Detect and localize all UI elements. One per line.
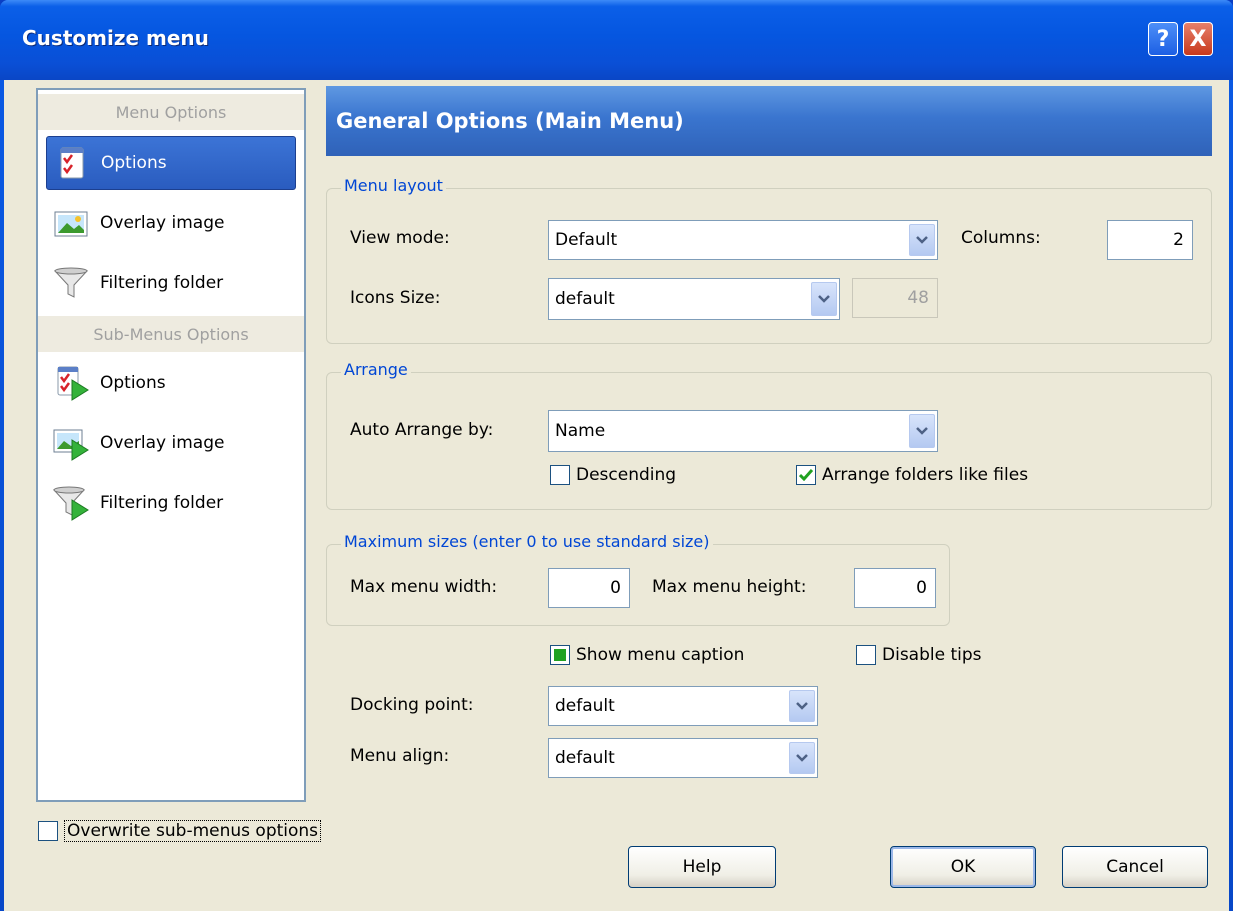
- nav-item-submenu-options[interactable]: Options: [46, 356, 296, 410]
- docking-point-label: Docking point:: [350, 695, 474, 715]
- nav-item-label: Filtering folder: [100, 493, 224, 513]
- auto-arrange-select[interactable]: Name: [548, 410, 938, 452]
- max-width-input[interactable]: 0: [548, 568, 630, 608]
- chevron-down-icon[interactable]: [789, 690, 815, 722]
- maximum-sizes-legend: Maximum sizes (enter 0 to use standard s…: [341, 532, 713, 551]
- overwrite-sub-menus-label: Overwrite sub-menus options: [64, 820, 322, 842]
- columns-label: Columns:: [961, 228, 1041, 248]
- disable-tips-checkbox[interactable]: Disable tips: [856, 645, 982, 665]
- close-title-button[interactable]: X: [1183, 22, 1213, 56]
- funnel-arrow-icon: [52, 484, 90, 522]
- disable-tips-label: Disable tips: [882, 645, 982, 665]
- docking-point-value: default: [555, 696, 615, 716]
- descending-label: Descending: [576, 465, 677, 485]
- window-title: Customize menu: [22, 26, 209, 50]
- menu-align-label: Menu align:: [350, 746, 450, 766]
- menu-layout-legend: Menu layout: [341, 176, 446, 195]
- cancel-button[interactable]: Cancel: [1062, 846, 1208, 888]
- show-menu-caption-label: Show menu caption: [576, 645, 745, 665]
- nav-item-label: Filtering folder: [100, 273, 224, 293]
- checkbox-box[interactable]: [796, 465, 816, 485]
- checklist-arrow-icon: [52, 364, 90, 402]
- sub-menus-options-header: Sub-Menus Options: [38, 316, 304, 352]
- descending-checkbox[interactable]: Descending: [550, 465, 676, 485]
- icons-size-number-input: 48: [852, 278, 938, 318]
- icons-size-label: Icons Size:: [350, 288, 441, 308]
- section-header: General Options (Main Menu): [326, 86, 1212, 156]
- image-icon: [52, 204, 90, 242]
- nav-item-submenu-overlay-image[interactable]: Overlay image: [46, 416, 296, 470]
- nav-item-label: Overlay image: [100, 213, 225, 233]
- nav-item-submenu-filtering-folder[interactable]: Filtering folder: [46, 476, 296, 530]
- menu-options-header: Menu Options: [38, 94, 304, 130]
- nav-item-menu-filtering-folder[interactable]: Filtering folder: [46, 256, 296, 310]
- help-title-button[interactable]: ?: [1148, 22, 1178, 56]
- arrange-legend: Arrange: [341, 360, 411, 379]
- chevron-down-icon[interactable]: [909, 414, 935, 448]
- checkbox-box[interactable]: [550, 645, 570, 665]
- menu-layout-group: Menu layout: [326, 176, 1212, 344]
- chevron-down-icon[interactable]: [909, 224, 935, 256]
- checkbox-box[interactable]: [550, 465, 570, 485]
- nav-item-menu-overlay-image[interactable]: Overlay image: [46, 196, 296, 250]
- overwrite-sub-menus-checkbox[interactable]: Overwrite sub-menus options: [38, 820, 322, 842]
- checkbox-box[interactable]: [38, 821, 58, 841]
- max-width-label: Max menu width:: [350, 577, 498, 597]
- view-mode-value: Default: [555, 230, 618, 250]
- show-menu-caption-checkbox[interactable]: Show menu caption: [550, 645, 744, 665]
- nav-item-label: Options: [100, 373, 166, 393]
- docking-point-select[interactable]: default: [548, 686, 818, 726]
- columns-input[interactable]: 2: [1107, 220, 1193, 260]
- icons-size-value: default: [555, 289, 615, 309]
- max-height-label: Max menu height:: [652, 577, 807, 597]
- menu-align-select[interactable]: default: [548, 738, 818, 778]
- icons-size-select[interactable]: default: [548, 278, 840, 320]
- arrange-folders-like-files-checkbox[interactable]: Arrange folders like files: [796, 465, 1028, 485]
- menu-align-value: default: [555, 748, 615, 768]
- help-button[interactable]: Help: [628, 846, 776, 888]
- chevron-down-icon[interactable]: [789, 742, 815, 774]
- ok-button[interactable]: OK: [890, 846, 1036, 888]
- view-mode-select[interactable]: Default: [548, 220, 938, 260]
- auto-arrange-value: Name: [555, 421, 606, 441]
- nav-item-label: Overlay image: [100, 433, 225, 453]
- dialog-client-area: Menu Options Options Overlay image Filte…: [4, 80, 1229, 911]
- arrange-folders-like-files-label: Arrange folders like files: [822, 465, 1029, 485]
- max-height-input[interactable]: 0: [854, 568, 936, 608]
- checklist-icon: [53, 144, 91, 182]
- chevron-down-icon[interactable]: [811, 282, 837, 316]
- auto-arrange-label: Auto Arrange by:: [350, 420, 494, 440]
- image-arrow-icon: [52, 424, 90, 462]
- funnel-icon: [52, 264, 90, 302]
- nav-item-menu-options[interactable]: Options: [46, 136, 296, 190]
- indeterminate-mark: [554, 649, 566, 661]
- nav-item-label: Options: [101, 153, 167, 173]
- view-mode-label: View mode:: [350, 228, 450, 248]
- check-mark-icon: [799, 469, 813, 481]
- options-navigation-panel: Menu Options Options Overlay image Filte…: [36, 88, 306, 802]
- customize-menu-window: Customize menu ? X Menu Options Options …: [0, 0, 1233, 911]
- checkbox-box[interactable]: [856, 645, 876, 665]
- title-bar[interactable]: Customize menu ? X: [0, 0, 1233, 80]
